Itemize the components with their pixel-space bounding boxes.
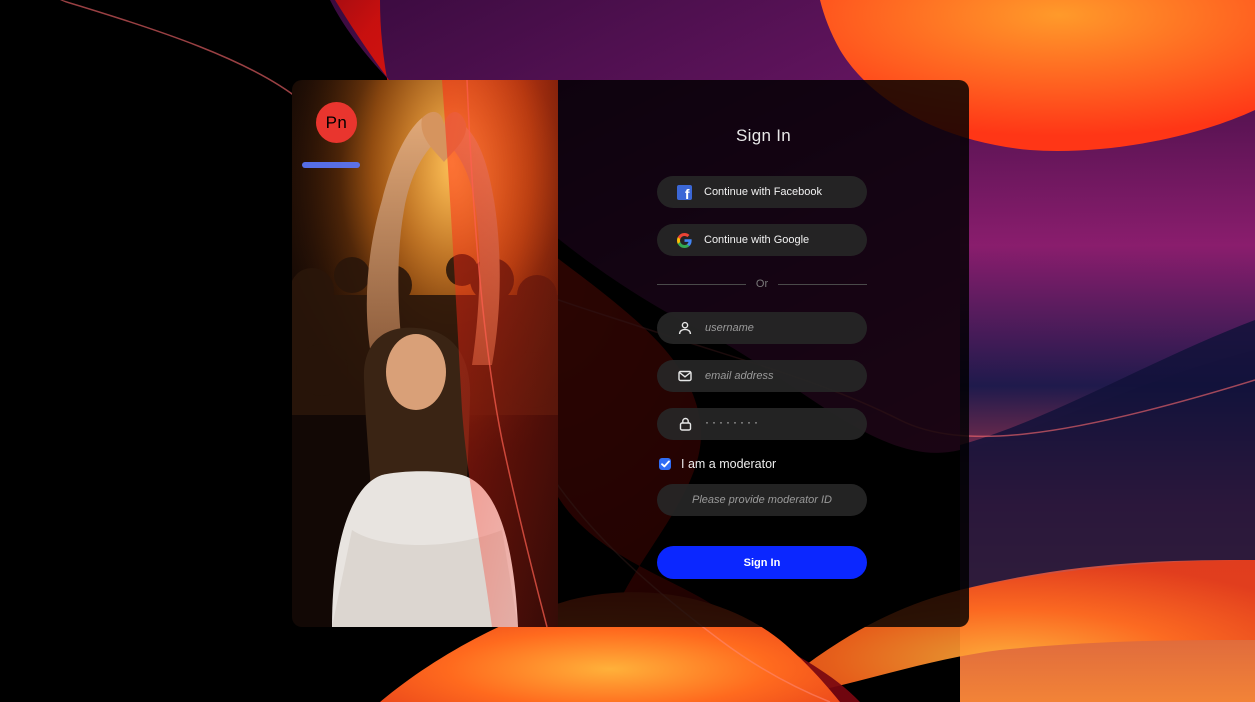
facebook-icon: f (676, 184, 692, 200)
sign-in-form: Sign In f Continue with Facebook Continu… (558, 80, 969, 627)
hero-photo: Pn (292, 80, 558, 627)
password-field[interactable]: ········ (657, 408, 867, 440)
username-field[interactable] (657, 312, 867, 344)
concert-photo-illustration (292, 80, 558, 627)
form-title: Sign In (735, 126, 792, 145)
mail-icon (677, 368, 693, 384)
continue-with-google-button[interactable]: Continue with Google (657, 224, 867, 256)
moderator-checkbox-row[interactable]: I am a moderator (659, 457, 776, 471)
or-divider: Or (657, 277, 868, 291)
sign-in-button[interactable]: Sign In (657, 546, 867, 579)
email-input[interactable] (705, 370, 855, 382)
username-input[interactable] (705, 322, 855, 334)
lock-icon (677, 416, 693, 432)
app-logo: Pn (316, 102, 357, 143)
checkmark-icon (660, 460, 670, 468)
google-icon (676, 232, 692, 248)
email-field[interactable] (657, 360, 867, 392)
continue-with-facebook-button[interactable]: f Continue with Facebook (657, 176, 867, 208)
user-icon (677, 320, 693, 336)
sign-in-card: Pn Sign In f Continue with Facebook Cont… (292, 80, 969, 627)
moderator-id-field[interactable] (657, 484, 867, 516)
google-button-label: Continue with Google (704, 234, 810, 246)
divider-text: Or (755, 278, 769, 290)
facebook-button-label: Continue with Facebook (704, 186, 823, 198)
moderator-label: I am a moderator (681, 457, 777, 471)
divider-line-right (778, 283, 868, 285)
password-input[interactable]: ········ (705, 415, 761, 429)
moderator-id-input[interactable] (667, 494, 857, 506)
divider-line-left (657, 283, 746, 285)
moderator-checkbox[interactable] (659, 458, 671, 470)
